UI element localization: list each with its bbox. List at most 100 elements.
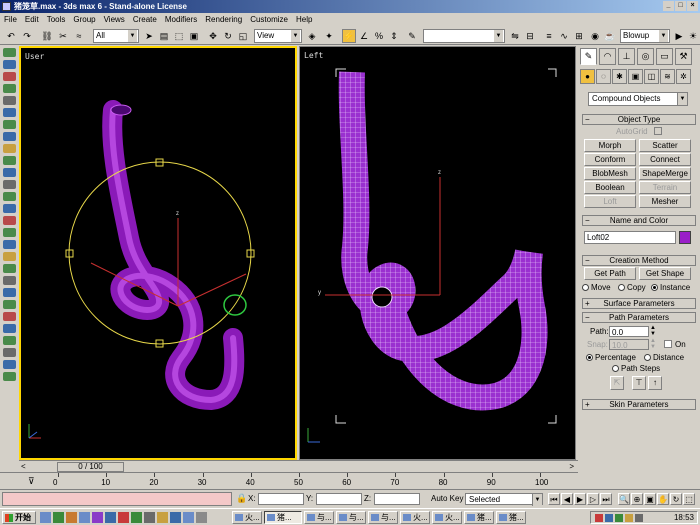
quick-launch-icon[interactable] — [92, 512, 103, 523]
quick-launch-icon[interactable] — [170, 512, 181, 523]
left-viewport[interactable]: Left z y — [299, 46, 576, 460]
taskbar-item[interactable]: 猪... — [264, 511, 302, 524]
tray-icon[interactable] — [595, 514, 603, 522]
tool-icon[interactable] — [3, 372, 16, 381]
boolean-button[interactable]: Boolean — [584, 181, 636, 194]
align-icon[interactable]: ⊟ — [523, 29, 537, 43]
edit-named-selection-icon[interactable]: ✎ — [405, 29, 419, 43]
tray-icon[interactable] — [625, 514, 633, 522]
tool-icon[interactable] — [3, 324, 16, 333]
maxscript-listener[interactable] — [2, 492, 232, 506]
quick-launch-icon[interactable] — [66, 512, 77, 523]
render-type-dropdown[interactable]: Blowup — [620, 29, 670, 43]
quick-launch-icon[interactable] — [196, 512, 207, 523]
menu-customize[interactable]: Customize — [246, 13, 292, 26]
select-arrow-icon[interactable]: ➤ — [142, 29, 156, 43]
move-icon[interactable]: ✥ — [206, 29, 220, 43]
menu-tools[interactable]: Tools — [43, 13, 70, 26]
conform-button[interactable]: Conform — [584, 153, 636, 166]
tool-icon[interactable] — [3, 300, 16, 309]
taskbar-item[interactable]: 与... — [304, 511, 334, 524]
unlink-icon[interactable]: ✂ — [56, 29, 70, 43]
y-coordinate-field[interactable] — [316, 493, 362, 505]
mirror-icon[interactable]: ⇋ — [508, 29, 522, 43]
tool-icon[interactable] — [3, 276, 16, 285]
bind-spacewarp-icon[interactable]: ≈ — [72, 29, 86, 43]
pan-icon[interactable]: ✋ — [657, 493, 669, 505]
user-viewport[interactable]: User z — [19, 46, 297, 460]
play-icon[interactable]: ▶ — [574, 493, 586, 505]
instance-radio[interactable]: Instance — [651, 283, 690, 292]
tool-icon[interactable] — [3, 252, 16, 261]
curve-editor-icon[interactable]: ∿ — [557, 29, 571, 43]
category-dropdown[interactable]: Compound Objects — [588, 92, 688, 106]
next-frame-icon[interactable]: ▷ — [587, 493, 599, 505]
key-selection-dropdown[interactable]: Selected — [465, 493, 543, 506]
menu-modifiers[interactable]: Modifiers — [161, 13, 201, 26]
next-shape-icon[interactable]: ↑ — [648, 376, 662, 390]
select-by-name-icon[interactable]: ▤ — [157, 29, 171, 43]
window-crossing-icon[interactable]: ▣ — [187, 29, 201, 43]
quick-launch-icon[interactable] — [40, 512, 51, 523]
object-color-swatch[interactable] — [679, 231, 691, 244]
taskbar-item[interactable]: 火... — [232, 511, 262, 524]
track-bar[interactable]: ⊽ 0 10 20 30 40 50 60 70 80 90 100 — [0, 472, 578, 489]
loft-button[interactable]: Loft — [584, 195, 636, 208]
tool-icon[interactable] — [3, 156, 16, 165]
maximize-viewport-icon[interactable]: ⬚ — [683, 493, 695, 505]
quick-launch-icon[interactable] — [118, 512, 129, 523]
taskbar-item[interactable]: 猪... — [464, 511, 494, 524]
x-coordinate-field[interactable] — [258, 493, 304, 505]
z-coordinate-field[interactable] — [374, 493, 420, 505]
snap-spinner[interactable]: 10.0 — [609, 339, 649, 350]
utilities-tab-icon[interactable]: ⚒ — [675, 48, 692, 65]
auto-key-label[interactable]: Auto Key — [431, 494, 463, 503]
percent-snap-icon[interactable]: % — [372, 29, 386, 43]
get-shape-button[interactable]: Get Shape — [639, 267, 691, 280]
skin-parameters-rollout[interactable]: + Skin Parameters — [582, 399, 696, 410]
autogrid-checkbox[interactable] — [654, 127, 662, 135]
rotate-icon[interactable]: ↻ — [221, 29, 235, 43]
named-selection-sets-dropdown[interactable] — [423, 29, 505, 43]
tool-icon[interactable] — [3, 120, 16, 129]
tool-icon[interactable] — [3, 60, 16, 69]
maximize-button[interactable]: □ — [675, 1, 686, 11]
rectangle-selection-icon[interactable]: ⬚ — [172, 29, 186, 43]
blobmesh-button[interactable]: BlobMesh — [584, 167, 636, 180]
connect-button[interactable]: Connect — [639, 153, 691, 166]
spacewarps-icon[interactable]: ≋ — [660, 69, 675, 84]
path-spinner[interactable]: 0.0 — [609, 326, 649, 337]
tool-icon[interactable] — [3, 168, 16, 177]
display-tab-icon[interactable]: ▭ — [656, 48, 673, 65]
time-prev-icon[interactable]: < — [21, 462, 26, 471]
tool-icon[interactable] — [3, 192, 16, 201]
angle-snap-icon[interactable]: ∠ — [357, 29, 371, 43]
copy-radio[interactable]: Copy — [618, 283, 646, 292]
scatter-button[interactable]: Scatter — [639, 139, 691, 152]
tool-icon[interactable] — [3, 348, 16, 357]
zoom-all-icon[interactable]: ⊕ — [631, 493, 643, 505]
tray-icon[interactable] — [635, 514, 643, 522]
mesher-button[interactable]: Mesher — [639, 195, 691, 208]
menu-file[interactable]: File — [0, 13, 21, 26]
tool-icon[interactable] — [3, 336, 16, 345]
geometry-icon[interactable]: ● — [580, 69, 595, 84]
tray-icon[interactable] — [605, 514, 613, 522]
menu-rendering[interactable]: Rendering — [201, 13, 246, 26]
spinner-snap-icon[interactable]: ⇕ — [387, 29, 401, 43]
distance-radio[interactable]: Distance — [644, 353, 684, 362]
quick-launch-icon[interactable] — [183, 512, 194, 523]
taskbar-item[interactable]: 火... — [400, 511, 430, 524]
tool-icon[interactable] — [3, 96, 16, 105]
tool-icon[interactable] — [3, 72, 16, 81]
tray-icon[interactable] — [615, 514, 623, 522]
active-shade-icon[interactable]: ☀ — [686, 29, 700, 43]
quick-launch-icon[interactable] — [144, 512, 155, 523]
taskbar-item[interactable]: 火... — [432, 511, 462, 524]
motion-tab-icon[interactable]: ◎ — [637, 48, 654, 65]
surface-parameters-rollout[interactable]: + Surface Parameters — [582, 298, 696, 309]
tool-icon[interactable] — [3, 264, 16, 273]
reference-coordinate-dropdown[interactable]: View — [254, 29, 302, 43]
loft-tube[interactable] — [102, 100, 245, 411]
hierarchy-tab-icon[interactable]: ⊥ — [618, 48, 635, 65]
